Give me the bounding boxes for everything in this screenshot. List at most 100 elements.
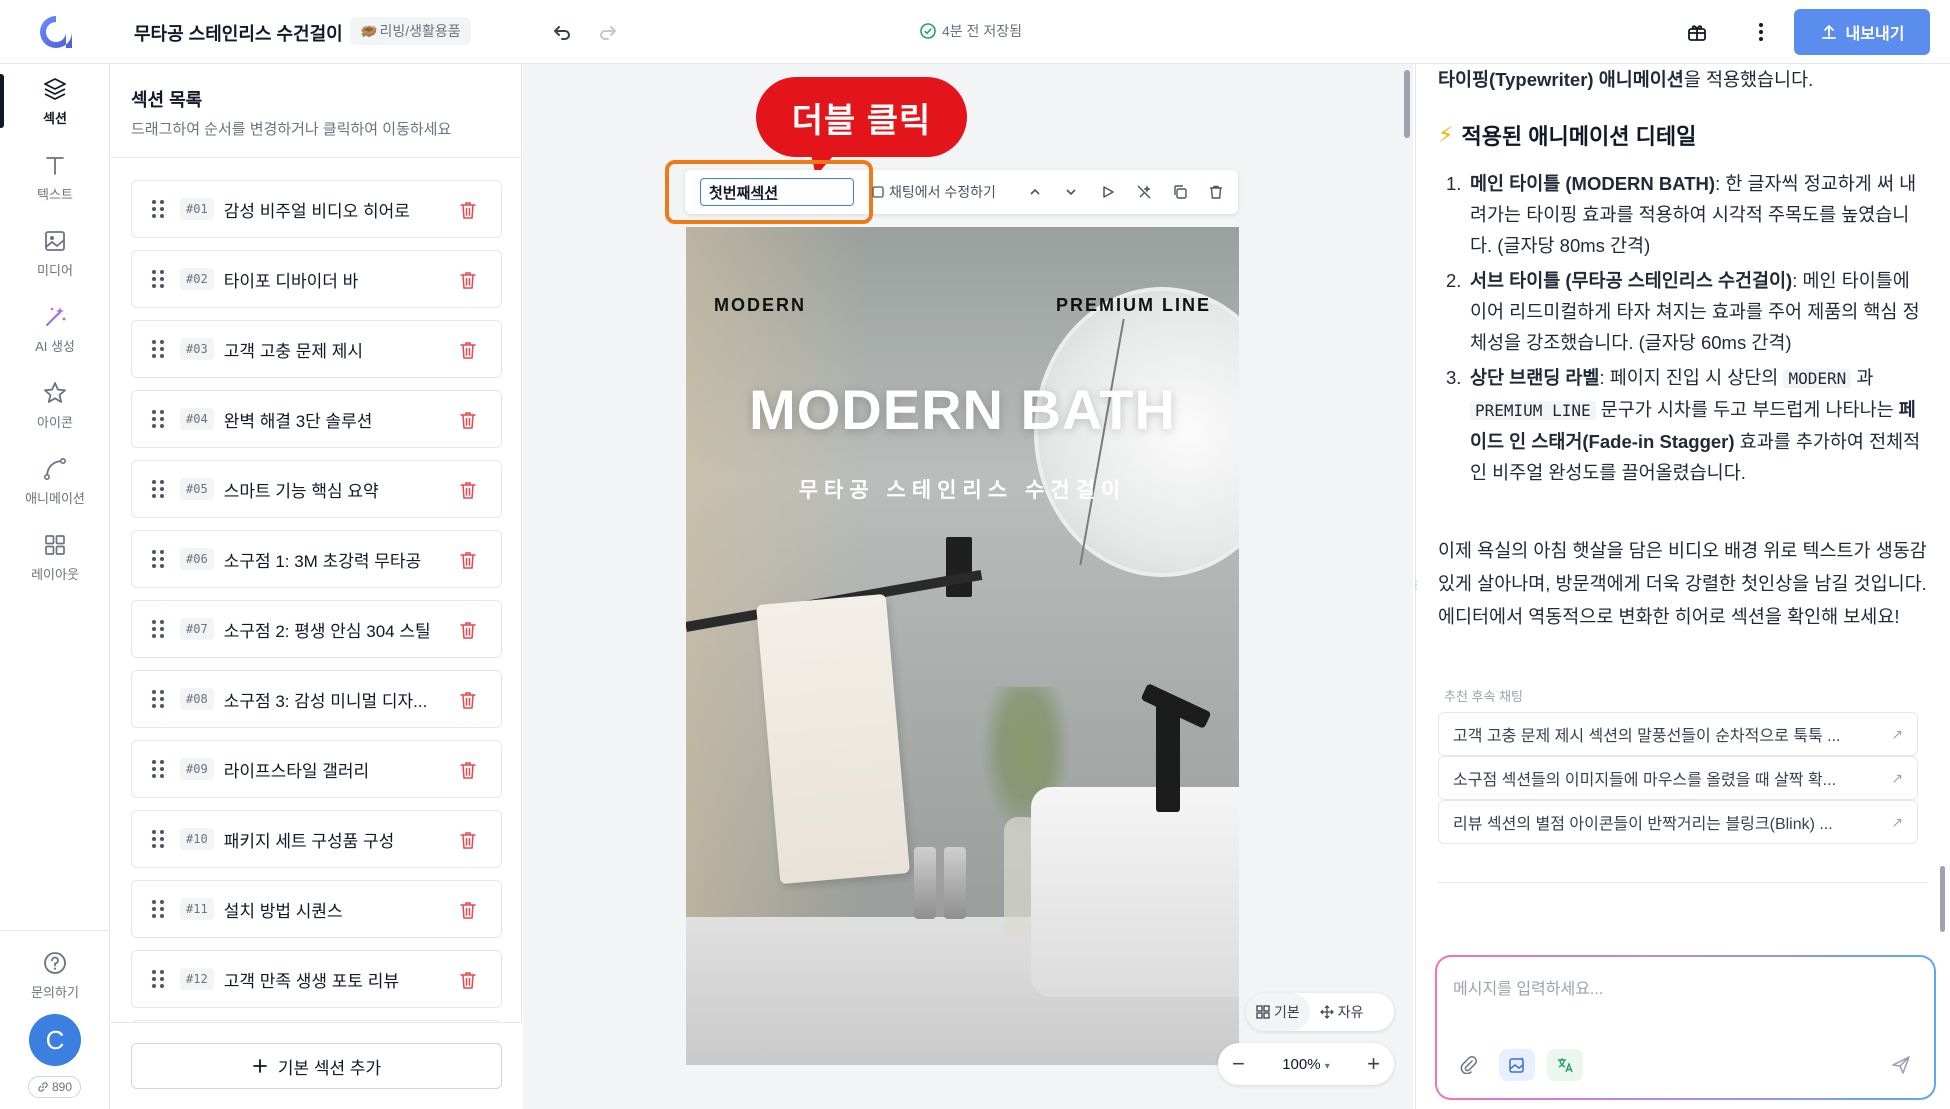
move-up-button[interactable] xyxy=(1023,180,1047,204)
section-list-item[interactable]: #08 소구점 3: 감성 미니멀 디자... xyxy=(131,670,502,728)
section-list-item[interactable]: #01 감성 비주얼 비디오 히어로 xyxy=(131,180,502,238)
list-number: 3. xyxy=(1446,367,1462,388)
rail-label: 섹션 xyxy=(43,110,67,126)
hero-label-right: PREMIUM LINE xyxy=(1055,295,1211,315)
trash-icon[interactable] xyxy=(459,340,477,360)
user-avatar[interactable]: C xyxy=(29,1014,81,1066)
section-list-item[interactable]: #12 고객 만족 생생 포토 리뷰 xyxy=(131,950,502,1008)
trash-icon[interactable] xyxy=(459,760,477,780)
trash-icon[interactable] xyxy=(459,550,477,570)
hero-section-preview[interactable]: MODERN PREMIUM LINE MODERN BATH 무타공 스테인리… xyxy=(686,227,1239,1065)
remove-animation-button[interactable] xyxy=(1132,180,1156,204)
rail-item-layout[interactable]: 레이아웃 xyxy=(0,522,110,592)
mode-basic-button[interactable]: 기본 xyxy=(1246,993,1310,1031)
duplicate-button[interactable] xyxy=(1168,180,1192,204)
chat-list-item: 2. 서브 타이틀 (무타공 스테인리스 수건걸이): 메인 타이틀에 이어 리… xyxy=(1438,265,1928,358)
drag-handle-icon[interactable] xyxy=(152,970,164,988)
panel-resize-handle[interactable]: ⋮ xyxy=(1411,580,1421,594)
section-list-item[interactable]: #07 소구점 2: 평생 안심 304 스틸 xyxy=(131,600,502,658)
drag-handle-icon[interactable] xyxy=(152,690,164,708)
drag-handle-icon[interactable] xyxy=(152,200,164,218)
rail-item-section[interactable]: 섹션 xyxy=(0,66,110,136)
suggestion-chip[interactable]: 고객 고충 문제 제시 섹션의 말풍선들이 순차적으로 툭툭 ... ↗ xyxy=(1438,712,1918,756)
trash-icon[interactable] xyxy=(459,690,477,710)
section-list-item[interactable]: #09 라이프스타일 갤러리 xyxy=(131,740,502,798)
drag-handle-icon[interactable] xyxy=(152,760,164,778)
section-list-item[interactable]: #02 타이포 디바이더 바 xyxy=(131,250,502,308)
rail-item-text[interactable]: 텍스트 xyxy=(0,142,110,212)
drag-handle-icon[interactable] xyxy=(152,410,164,428)
trash-icon[interactable] xyxy=(459,900,477,920)
chat-composer[interactable]: 메시지를 입력하세요... xyxy=(1435,955,1936,1100)
zoom-out-button[interactable]: − xyxy=(1232,1051,1245,1077)
drag-handle-icon[interactable] xyxy=(152,830,164,848)
trash-icon[interactable] xyxy=(459,620,477,640)
drag-handle-icon[interactable] xyxy=(152,270,164,288)
category-badge[interactable]: 🪹 리빙/생활용품 xyxy=(350,17,471,45)
list-item-bold: 메인 타이틀 (MODERN BATH) xyxy=(1470,173,1716,194)
move-down-button[interactable] xyxy=(1059,180,1083,204)
translate-button[interactable] xyxy=(1547,1049,1583,1081)
section-number: #01 xyxy=(180,198,214,220)
section-list-item[interactable]: #05 스마트 기능 핵심 요약 xyxy=(131,460,502,518)
translate-icon xyxy=(1558,1058,1573,1073)
chat-scrollbar[interactable] xyxy=(1940,866,1945,932)
rail-item-ai-generate[interactable]: AI 생성 xyxy=(0,294,110,364)
suggestion-chip[interactable]: 소구점 섹션들의 이미지들에 마우스를 올렸을 때 살짝 확... ↗ xyxy=(1438,756,1918,800)
zoom-in-button[interactable]: + xyxy=(1367,1051,1380,1077)
trash-icon[interactable] xyxy=(459,270,477,290)
section-list: #01 감성 비주얼 비디오 히어로 #02 타이포 디바이더 바 #03 고객 고충 문… xyxy=(131,180,502,1082)
section-list-item[interactable]: #10 패키지 세트 구성품 구성 xyxy=(131,810,502,868)
trash-icon[interactable] xyxy=(459,410,477,430)
trash-icon[interactable] xyxy=(459,200,477,220)
redo-icon xyxy=(600,26,616,40)
trash-icon[interactable] xyxy=(459,970,477,990)
section-number: #02 xyxy=(180,268,214,290)
rail-label: 아이콘 xyxy=(37,414,73,430)
drag-handle-icon[interactable] xyxy=(152,550,164,568)
undo-button[interactable] xyxy=(546,16,578,48)
rail-divider xyxy=(0,930,110,931)
trash-icon[interactable] xyxy=(459,480,477,500)
send-button[interactable] xyxy=(1883,1049,1919,1081)
help-label: 문의하기 xyxy=(31,984,79,1000)
section-list-item[interactable]: #03 고객 고충 문제 제시 xyxy=(131,320,502,378)
towel-bar-mount xyxy=(946,537,972,597)
help-button[interactable]: 문의하기 xyxy=(0,940,110,1010)
drag-handle-icon[interactable] xyxy=(152,620,164,638)
suggestion-chip[interactable]: 리뷰 섹션의 별점 아이콘들이 반짝거리는 블링크(Blink) ... ↗ xyxy=(1438,800,1918,844)
help-circle-icon xyxy=(44,951,66,974)
mode-free-label: 자유 xyxy=(1337,1004,1364,1020)
magic-off-icon xyxy=(1137,185,1151,199)
rail-item-animation[interactable]: 애니메이션 xyxy=(0,446,110,516)
drag-handle-icon[interactable] xyxy=(152,480,164,498)
attach-button[interactable] xyxy=(1451,1049,1487,1081)
play-animation-button[interactable] xyxy=(1096,180,1120,204)
section-name: 감성 비주얼 비디오 히어로 xyxy=(223,201,410,221)
drag-handle-icon[interactable] xyxy=(152,900,164,918)
gift-button[interactable] xyxy=(1681,16,1713,48)
hero-subtitle: 무타공 스테인리스 수건걸이 xyxy=(798,479,1127,502)
edit-in-chat-button[interactable]: 채팅에서 수정하기 xyxy=(872,182,996,202)
trash-icon[interactable] xyxy=(459,830,477,850)
towel xyxy=(756,593,910,885)
add-section-button[interactable]: 기본 섹션 추가 xyxy=(131,1043,502,1089)
more-menu-button[interactable] xyxy=(1745,16,1777,48)
section-list-item[interactable]: #06 소구점 1: 3M 초강력 무타공 xyxy=(131,530,502,588)
document-title[interactable]: 무타공 스테인리스 수건걸이 xyxy=(134,20,343,46)
rail-item-icon[interactable]: 아이콘 xyxy=(0,370,110,440)
export-button[interactable]: 내보내기 xyxy=(1794,9,1930,55)
section-list-item[interactable]: #04 완벽 해결 3단 솔루션 xyxy=(131,390,502,448)
credit-badge[interactable]: 890 xyxy=(28,1076,82,1098)
canvas-scrollbar[interactable] xyxy=(1404,70,1410,138)
redo-button[interactable] xyxy=(592,16,624,48)
image-icon xyxy=(45,230,65,251)
app-logo[interactable] xyxy=(36,12,76,52)
image-generate-button[interactable] xyxy=(1499,1049,1535,1081)
rail-item-media[interactable]: 미디어 xyxy=(0,218,110,288)
delete-section-button[interactable] xyxy=(1204,180,1228,204)
zoom-level[interactable]: 100% ▾ xyxy=(1282,1056,1330,1073)
mode-free-button[interactable]: 자유 xyxy=(1310,993,1374,1031)
drag-handle-icon[interactable] xyxy=(152,340,164,358)
section-list-item[interactable]: #11 설치 방법 시퀀스 xyxy=(131,880,502,938)
